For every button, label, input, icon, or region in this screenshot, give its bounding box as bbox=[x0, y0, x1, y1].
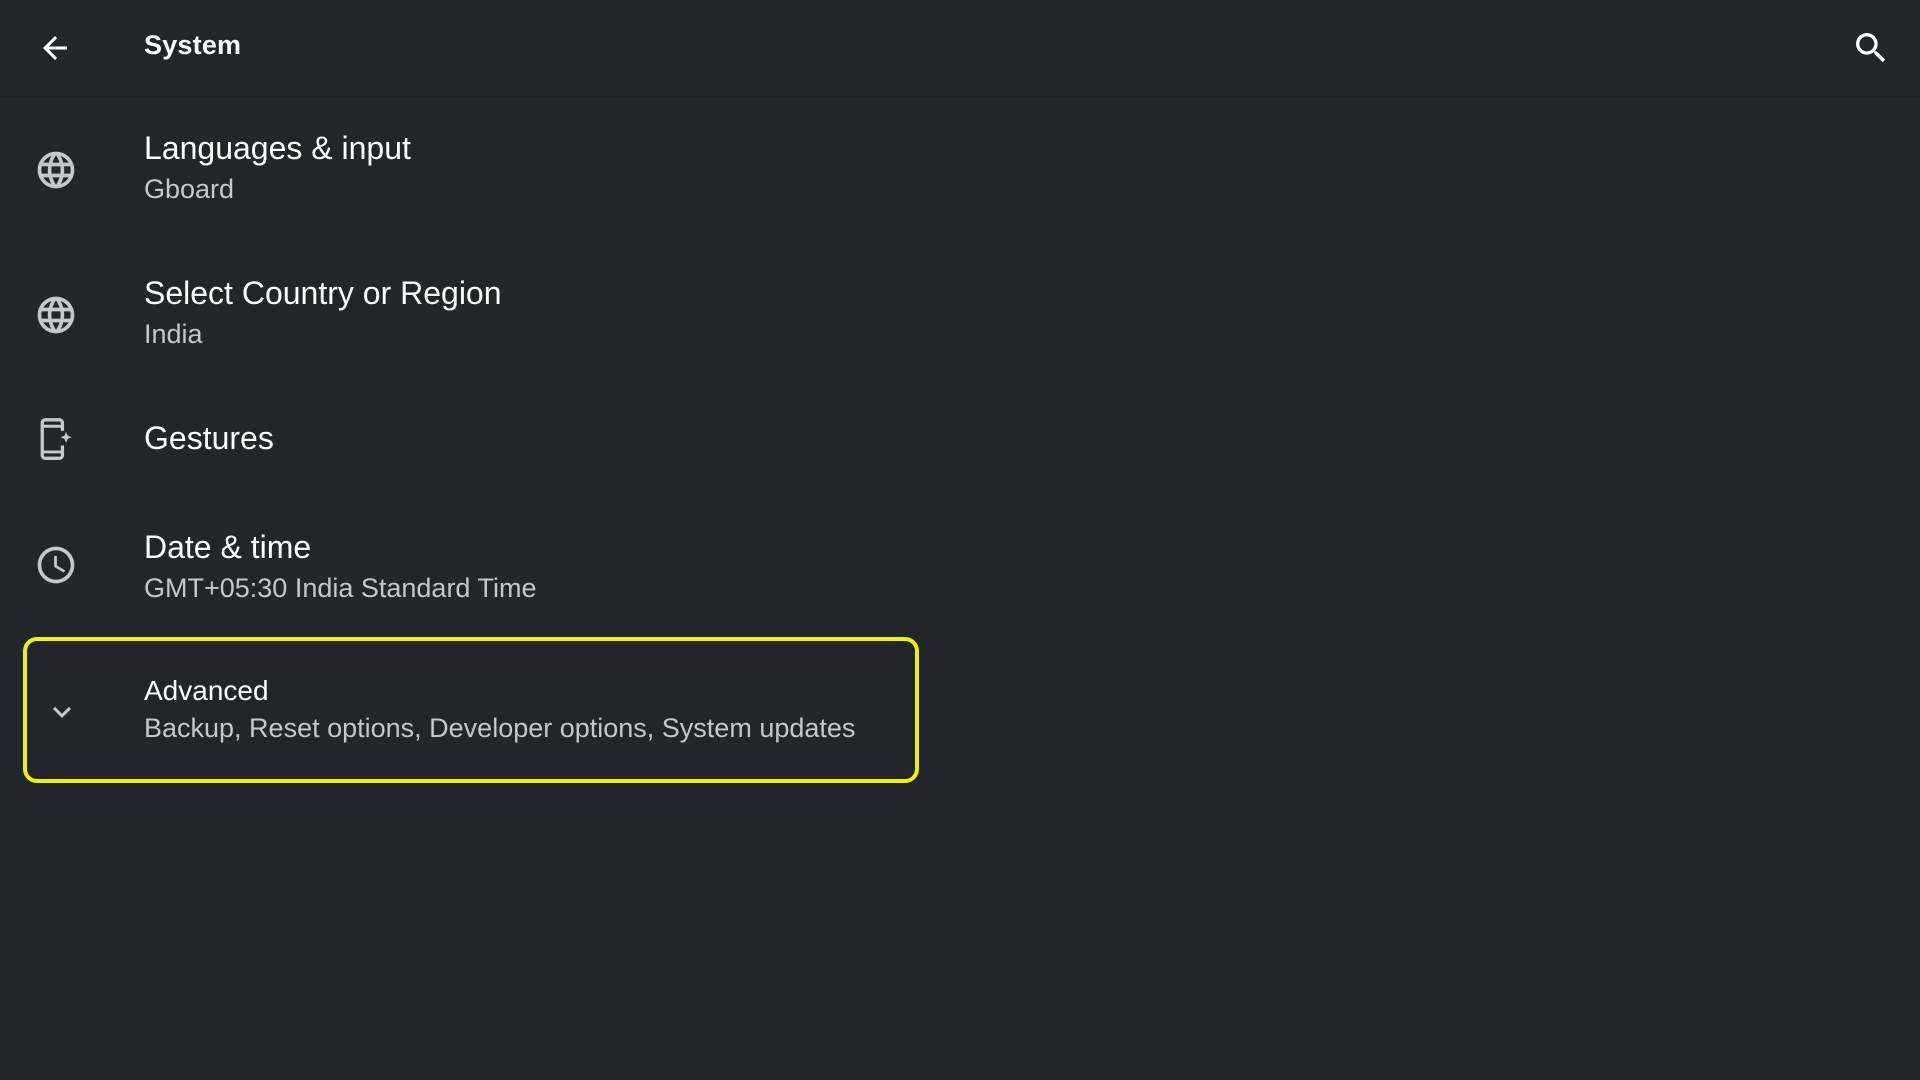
item-title: Select Country or Region bbox=[144, 275, 502, 311]
globe-icon bbox=[33, 292, 79, 338]
arrow-back-icon bbox=[37, 30, 73, 66]
item-summary: Backup, Reset options, Developer options… bbox=[144, 713, 856, 743]
list-item-country-region[interactable]: Select Country or Region India bbox=[0, 255, 1920, 375]
item-title: Advanced bbox=[144, 675, 269, 706]
item-title: Languages & input bbox=[144, 130, 411, 166]
item-summary: GMT+05:30 India Standard Time bbox=[144, 573, 537, 603]
chevron-down-icon bbox=[39, 689, 85, 735]
gestures-phone-icon bbox=[33, 417, 79, 463]
toolbar: System bbox=[0, 0, 1920, 97]
back-button[interactable] bbox=[23, 19, 87, 77]
settings-app: System Languages & input Gboard Select C… bbox=[0, 0, 1920, 1080]
list-item-advanced[interactable]: Advanced Backup, Reset options, Develope… bbox=[23, 637, 919, 783]
page-title: System bbox=[144, 30, 242, 60]
list-item-gestures[interactable]: Gestures bbox=[0, 400, 1920, 480]
list-item-date-time[interactable]: Date & time GMT+05:30 India Standard Tim… bbox=[0, 506, 1920, 626]
search-icon bbox=[1851, 28, 1891, 68]
item-title: Gestures bbox=[144, 420, 274, 456]
search-button[interactable] bbox=[1840, 18, 1902, 78]
item-summary: Gboard bbox=[144, 174, 235, 204]
item-summary: India bbox=[144, 319, 203, 349]
clock-icon bbox=[33, 542, 79, 588]
list-item-languages-input[interactable]: Languages & input Gboard bbox=[0, 110, 1920, 230]
globe-icon bbox=[33, 147, 79, 193]
item-title: Date & time bbox=[144, 529, 312, 565]
